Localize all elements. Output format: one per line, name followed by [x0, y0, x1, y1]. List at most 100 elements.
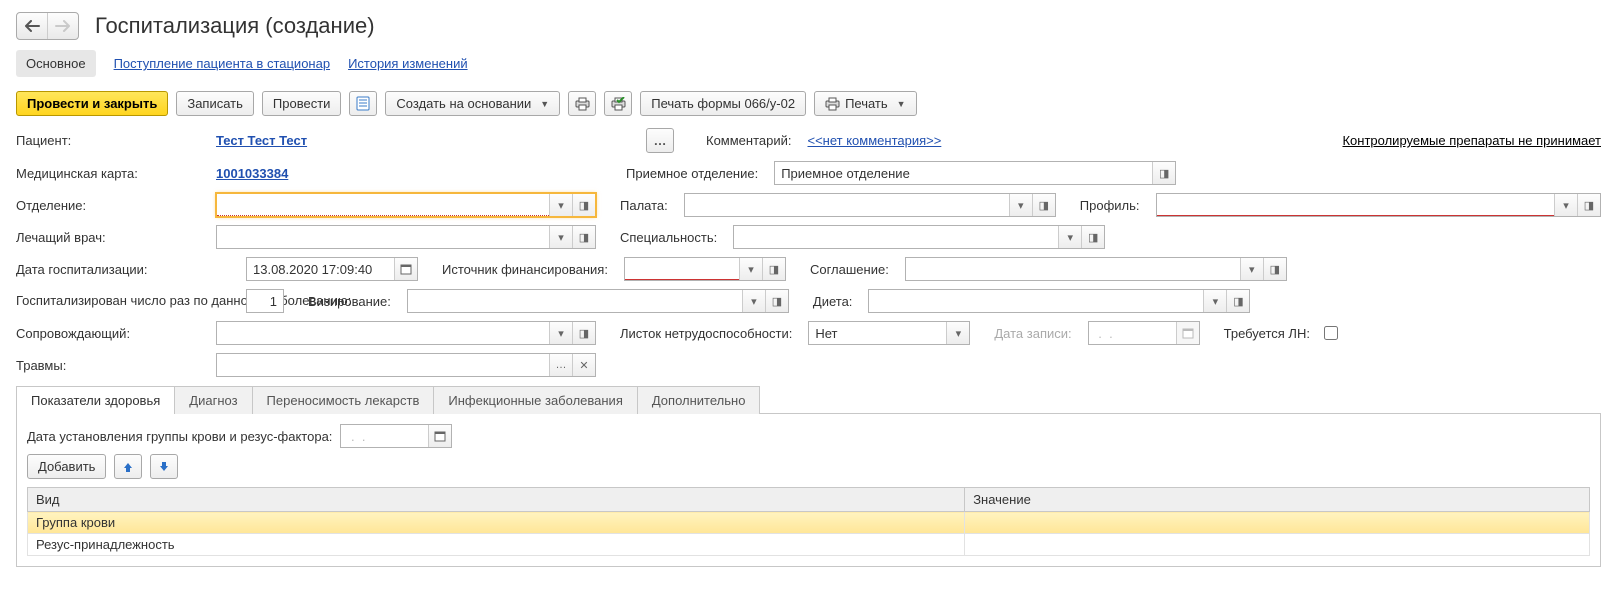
tab-extra[interactable]: Дополнительно — [637, 386, 761, 414]
report-button[interactable] — [349, 91, 377, 116]
open-icon[interactable]: ◨ — [1032, 194, 1055, 216]
detail-tabs: Показатели здоровья Диагноз Переносимост… — [16, 385, 1601, 414]
open-icon[interactable]: ◨ — [762, 258, 785, 280]
dropdown-icon[interactable]: ▾ — [549, 322, 572, 344]
hospcount-input[interactable] — [247, 290, 283, 312]
health-table: Вид Значение Группа крови Резус-принадле… — [27, 487, 1590, 556]
tab-main[interactable]: Основное — [16, 50, 96, 77]
move-down-button[interactable] — [150, 454, 178, 479]
blooddate-input[interactable] — [341, 425, 428, 447]
print-icon-button[interactable] — [568, 91, 596, 116]
dropdown-icon[interactable]: ▾ — [1554, 194, 1577, 216]
open-icon[interactable]: ◨ — [572, 226, 595, 248]
medcard-link[interactable]: 1001033384 — [216, 166, 606, 181]
reception-input[interactable] — [775, 162, 1152, 184]
open-icon[interactable]: ◨ — [572, 322, 595, 344]
profile-input[interactable] — [1157, 194, 1555, 216]
drugs-note-link[interactable]: Контролируемые препараты не принимает — [1342, 133, 1601, 148]
tab-health[interactable]: Показатели здоровья — [16, 386, 175, 414]
escort-input[interactable] — [217, 322, 549, 344]
doctor-field: ▾ ◨ — [216, 225, 596, 249]
profile-field: ▾ ◨ — [1156, 193, 1602, 217]
ellipsis-icon[interactable]: … — [549, 354, 572, 376]
diet-input[interactable] — [869, 290, 1203, 312]
clear-icon[interactable]: ✕ — [572, 354, 595, 376]
agreement-field: ▾ ◨ — [905, 257, 1287, 281]
specialty-input[interactable] — [734, 226, 1058, 248]
print-form-button[interactable]: Печать формы 066/у-02 — [640, 91, 806, 116]
printer-icon — [825, 97, 840, 111]
tab-history[interactable]: История изменений — [348, 50, 468, 77]
needsick-checkbox[interactable] — [1324, 326, 1338, 340]
arrow-right-icon — [55, 20, 71, 32]
finsource-input[interactable] — [625, 258, 739, 280]
sicklist-input[interactable] — [809, 322, 946, 344]
ward-input[interactable] — [685, 194, 1009, 216]
post-button[interactable]: Провести — [262, 91, 342, 116]
nav-back-button[interactable] — [17, 13, 47, 39]
open-icon[interactable]: ◨ — [1263, 258, 1286, 280]
visit-input[interactable] — [408, 290, 742, 312]
caret-down-icon: ▼ — [897, 99, 906, 109]
dropdown-icon[interactable]: ▾ — [1009, 194, 1032, 216]
sicklist-field: ▾ — [808, 321, 970, 345]
label-visit: Визирование: — [308, 294, 391, 309]
cell-kind: Резус-принадлежность — [28, 534, 965, 556]
dropdown-icon[interactable]: ▾ — [1203, 290, 1226, 312]
arrow-down-icon — [158, 461, 170, 473]
dropdown-icon[interactable]: ▾ — [549, 194, 572, 216]
label-reception: Приемное отделение: — [626, 166, 758, 181]
add-row-button[interactable]: Добавить — [27, 454, 106, 479]
comment-link[interactable]: <<нет комментария>> — [808, 133, 942, 148]
move-up-button[interactable] — [114, 454, 142, 479]
open-icon[interactable]: ◨ — [572, 194, 595, 216]
page-title: Госпитализация (создание) — [95, 13, 375, 39]
create-based-button[interactable]: Создать на основании▼ — [385, 91, 560, 116]
open-icon[interactable]: ◨ — [1152, 162, 1175, 184]
label-doctor: Лечащий врач: — [16, 230, 206, 245]
hospdate-input[interactable] — [247, 258, 394, 280]
tab-infections[interactable]: Инфекционные заболевания — [433, 386, 637, 414]
col-kind[interactable]: Вид — [28, 488, 965, 512]
patient-link[interactable]: Тест Тест Тест — [216, 133, 636, 148]
open-icon[interactable]: ◨ — [765, 290, 788, 312]
label-hospdate: Дата госпитализации: — [16, 262, 236, 277]
dropdown-icon[interactable]: ▾ — [1058, 226, 1081, 248]
calendar-icon[interactable] — [428, 425, 451, 447]
col-value[interactable]: Значение — [965, 488, 1590, 512]
open-icon[interactable]: ◨ — [1081, 226, 1104, 248]
recorddate-input — [1089, 322, 1176, 344]
printer-check-icon — [611, 97, 626, 111]
finsource-field: ▾ ◨ — [624, 257, 786, 281]
trauma-input[interactable] — [217, 354, 549, 376]
report-icon — [356, 96, 370, 111]
dropdown-icon[interactable]: ▾ — [742, 290, 765, 312]
dropdown-icon[interactable]: ▾ — [739, 258, 762, 280]
tab-drug-tolerance[interactable]: Переносимость лекарств — [252, 386, 435, 414]
label-specialty: Специальность: — [620, 230, 717, 245]
open-icon[interactable]: ◨ — [1577, 194, 1600, 216]
post-and-close-button[interactable]: Провести и закрыть — [16, 91, 168, 116]
dropdown-icon[interactable]: ▾ — [946, 322, 969, 344]
print-menu-button[interactable]: Печать▼ — [814, 91, 917, 116]
table-row[interactable]: Резус-принадлежность — [28, 534, 1590, 556]
arrow-left-icon — [24, 20, 40, 32]
create-based-label: Создать на основании — [396, 96, 531, 111]
calendar-icon[interactable] — [394, 258, 417, 280]
tab-admission[interactable]: Поступление пациента в стационар — [114, 50, 330, 77]
escort-field: ▾ ◨ — [216, 321, 596, 345]
patient-ellipsis-button[interactable]: … — [646, 128, 674, 153]
open-icon[interactable]: ◨ — [1226, 290, 1249, 312]
cell-kind: Группа крови — [28, 512, 965, 534]
doctor-input[interactable] — [217, 226, 549, 248]
department-input[interactable] — [217, 194, 549, 216]
label-department: Отделение: — [16, 198, 206, 213]
print-check-button[interactable] — [604, 91, 632, 116]
nav-forward-button[interactable] — [48, 13, 78, 39]
dropdown-icon[interactable]: ▾ — [1240, 258, 1263, 280]
dropdown-icon[interactable]: ▾ — [549, 226, 572, 248]
agreement-input[interactable] — [906, 258, 1240, 280]
tab-diagnosis[interactable]: Диагноз — [174, 386, 252, 414]
table-row[interactable]: Группа крови — [28, 512, 1590, 534]
save-button[interactable]: Записать — [176, 91, 254, 116]
